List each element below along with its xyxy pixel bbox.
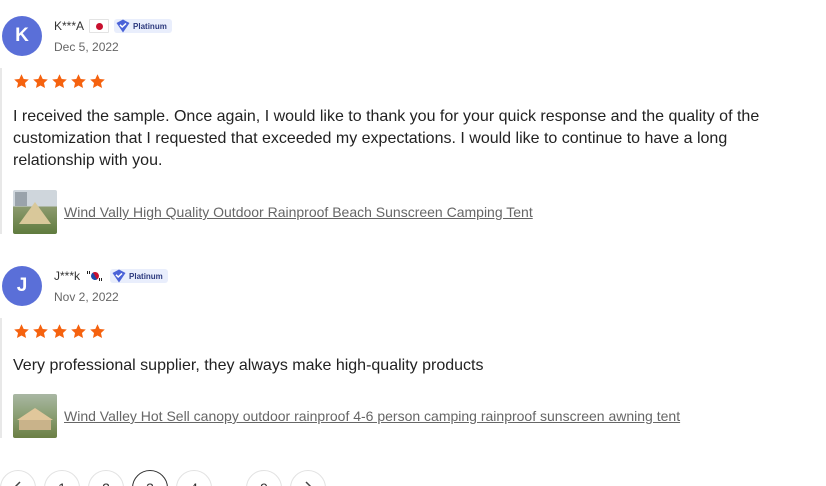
reviewer-line: K***A Platinum — [54, 19, 172, 33]
review-date: Dec 5, 2022 — [54, 40, 119, 54]
review-product[interactable]: Wind Valley Hot Sell canopy outdoor rain… — [13, 394, 826, 438]
avatar: K — [2, 16, 42, 56]
reviewer-name: K***A — [54, 19, 85, 33]
page-button-1[interactable]: 1 — [44, 470, 80, 486]
page-button-3-current[interactable]: 3 — [132, 470, 168, 486]
star-rating — [13, 318, 826, 344]
review-text: I received the sample. Once again, I wou… — [13, 108, 760, 169]
review-body: Very professional supplier, they always … — [0, 318, 826, 438]
review-date: Nov 2, 2022 — [54, 290, 119, 304]
star-icon — [33, 73, 48, 88]
badge-label: Platinum — [129, 271, 163, 281]
pagination: 1 2 3 4 ... 9 — [0, 470, 326, 486]
star-icon — [14, 73, 29, 88]
korea-flag-icon — [85, 269, 106, 283]
chevron-left-icon — [14, 481, 21, 486]
platinum-badge: Platinum — [114, 19, 172, 33]
pagination-ellipsis: ... — [220, 470, 238, 486]
star-icon — [52, 73, 67, 88]
reviewer-name: J***k — [54, 269, 81, 283]
star-icon — [71, 73, 86, 88]
avatar: J — [2, 266, 42, 306]
chevron-right-icon — [305, 481, 312, 486]
star-rating — [13, 68, 826, 94]
product-link[interactable]: Wind Vally High Quality Outdoor Rainproo… — [64, 204, 533, 220]
reviewer-line: J***k Platinum — [54, 269, 168, 283]
next-page-button[interactable] — [290, 470, 326, 486]
page-button-9[interactable]: 9 — [246, 470, 282, 486]
verified-icon — [116, 19, 130, 33]
prev-page-button[interactable] — [0, 470, 36, 486]
product-thumbnail[interactable] — [13, 394, 57, 438]
product-thumbnail[interactable] — [13, 190, 57, 234]
review-text: Very professional supplier, they always … — [13, 357, 484, 374]
star-icon — [90, 73, 105, 88]
review-body: I received the sample. Once again, I wou… — [0, 68, 826, 234]
star-icon — [90, 323, 105, 338]
platinum-badge: Platinum — [110, 269, 168, 283]
product-link[interactable]: Wind Valley Hot Sell canopy outdoor rain… — [64, 408, 680, 424]
verified-icon — [112, 269, 126, 283]
star-icon — [71, 323, 86, 338]
japan-flag-icon — [89, 19, 110, 33]
star-icon — [14, 323, 29, 338]
review-product[interactable]: Wind Vally High Quality Outdoor Rainproo… — [13, 190, 826, 234]
star-icon — [52, 323, 67, 338]
page-button-2[interactable]: 2 — [88, 470, 124, 486]
page-button-4[interactable]: 4 — [176, 470, 212, 486]
star-icon — [33, 323, 48, 338]
badge-label: Platinum — [133, 21, 167, 31]
